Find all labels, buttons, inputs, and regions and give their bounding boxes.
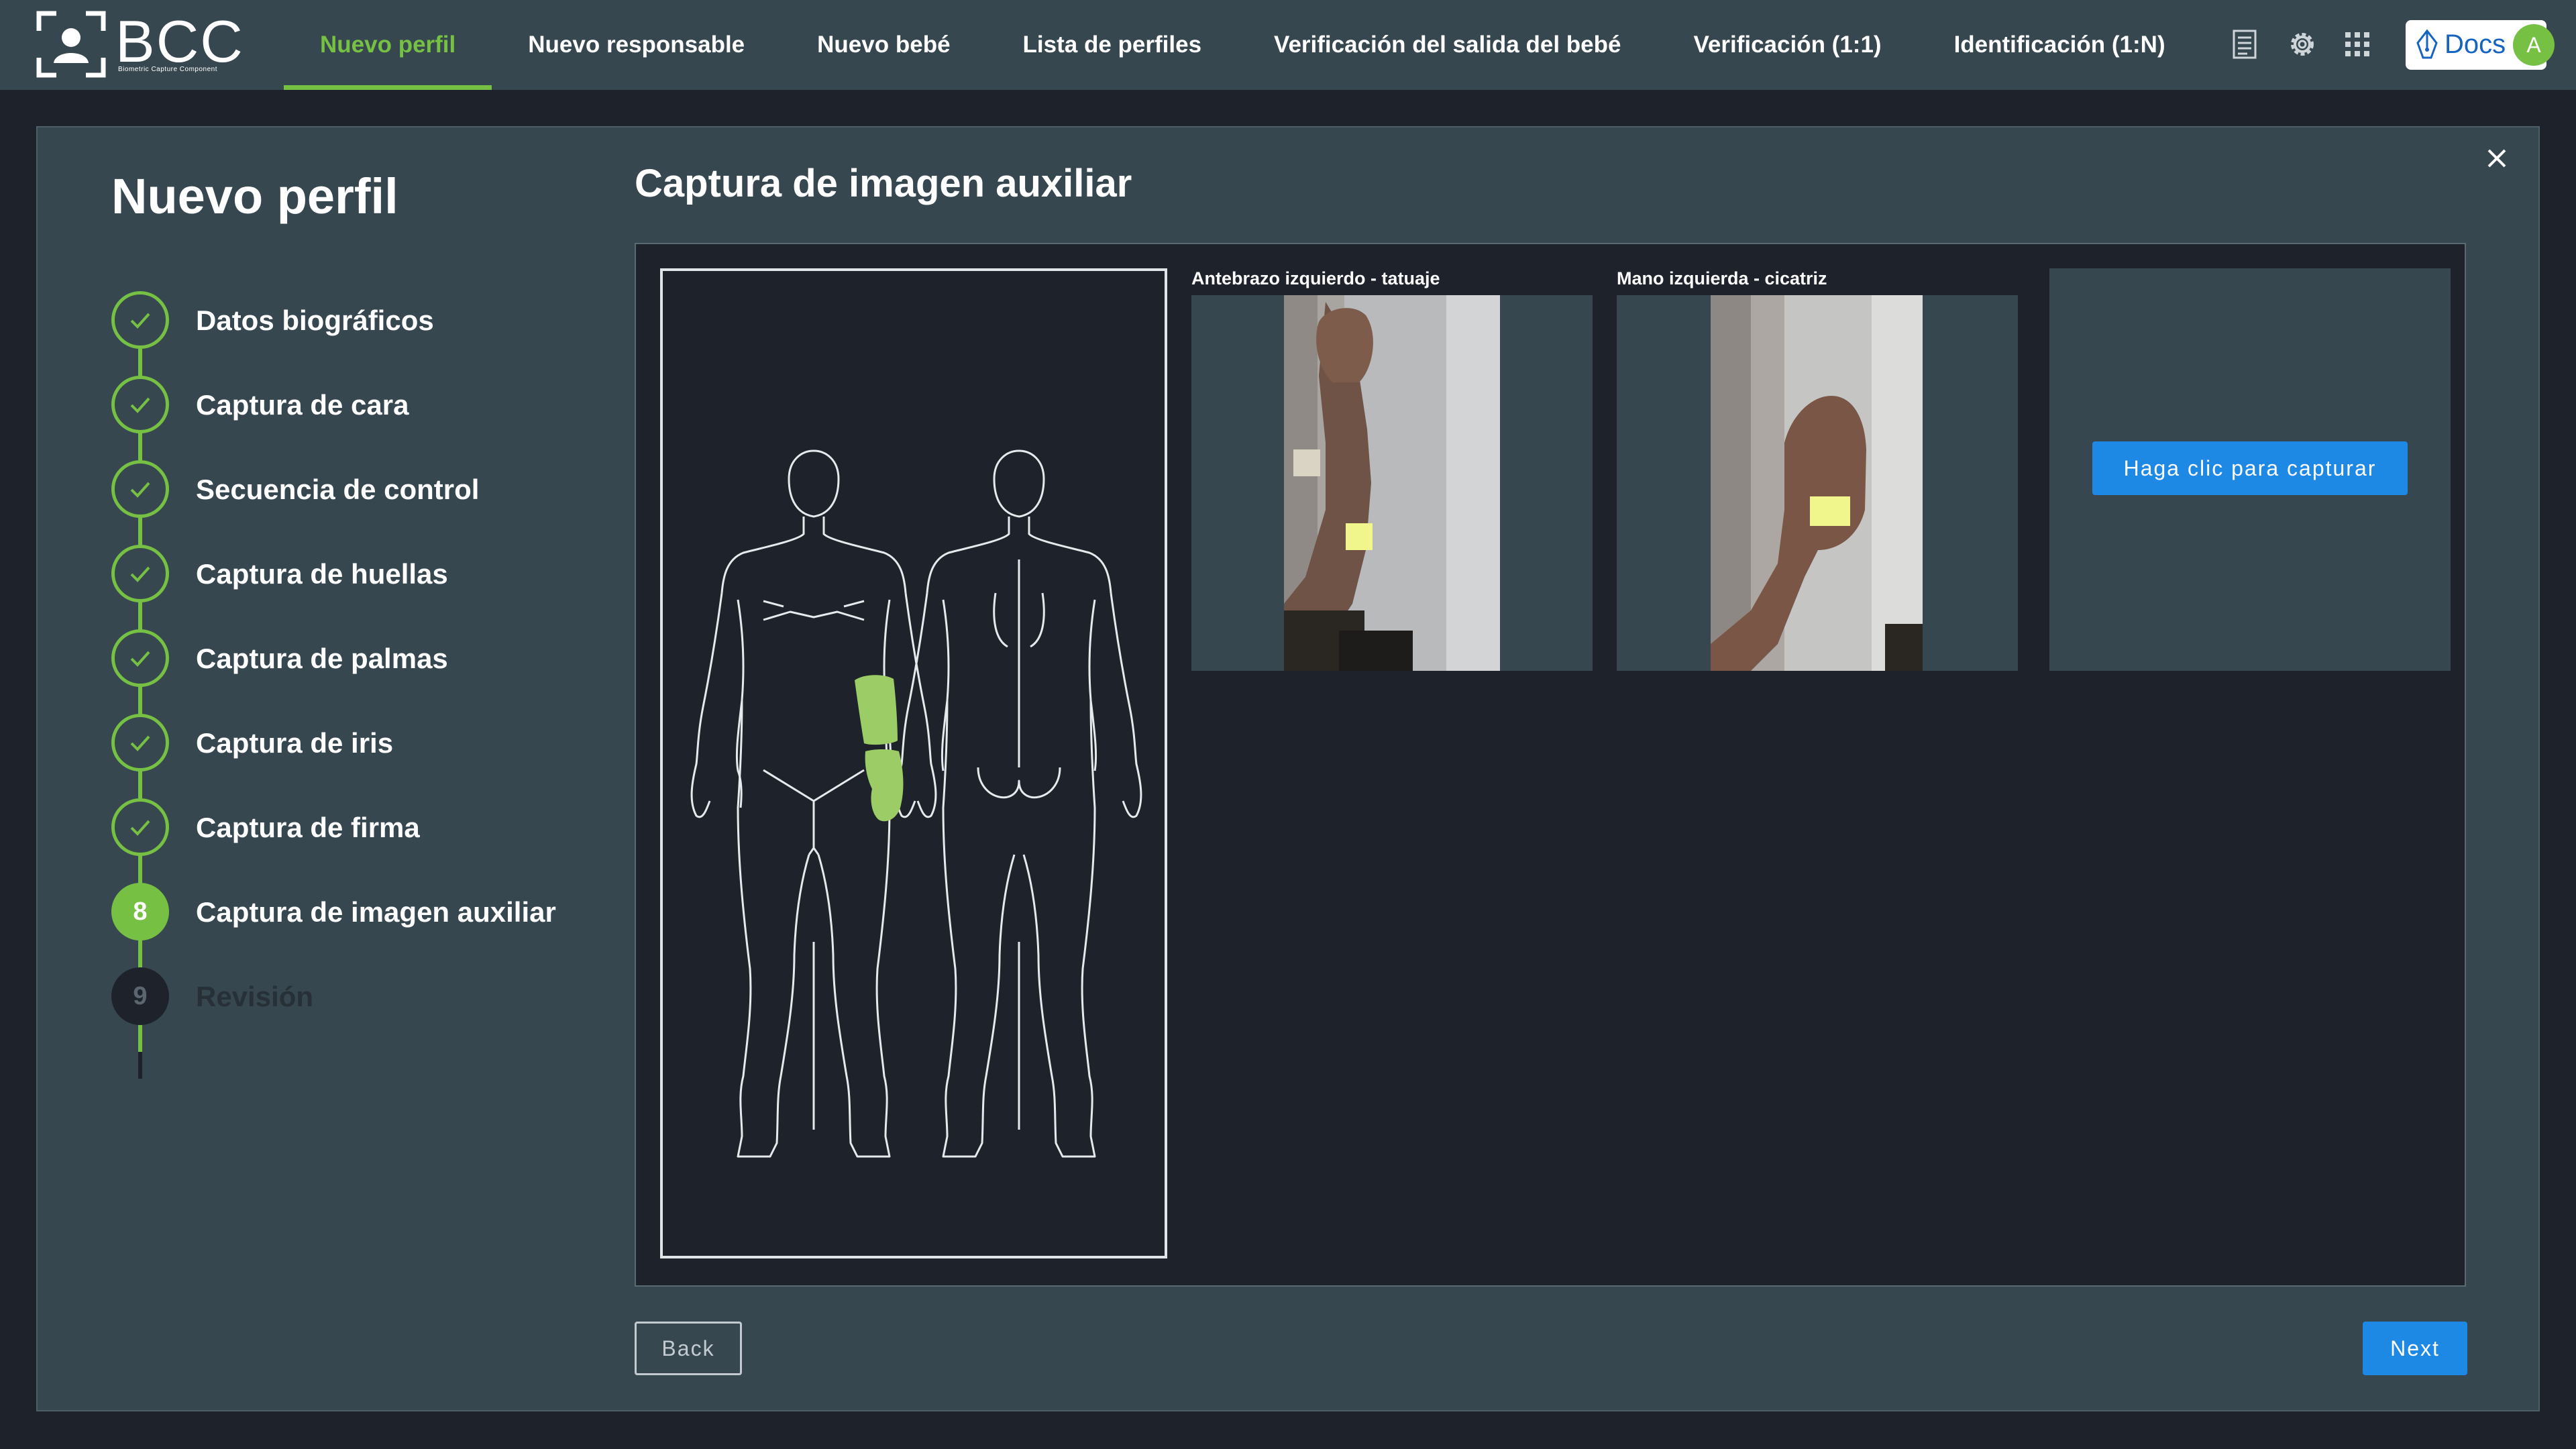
check-icon [111, 798, 169, 856]
nav-lista-de-perfiles[interactable]: Lista de perfiles [987, 0, 1238, 90]
captured-image-hand-scar [1617, 295, 2018, 671]
close-icon[interactable] [2482, 144, 2512, 173]
step-label: Captura de iris [196, 727, 394, 759]
empty-capture-slot: Haga clic para capturar [2049, 268, 2451, 671]
check-icon [111, 629, 169, 687]
check-icon [111, 291, 169, 349]
user-avatar[interactable]: A [2513, 24, 2555, 66]
stepper-connector-pending [138, 1052, 142, 1079]
profile-wizard-card: Nuevo perfil Datos biográficos Captura d… [36, 126, 2540, 1411]
nav-verificacion-1-1[interactable]: Verificación (1:1) [1657, 0, 1917, 90]
docs-label: Docs [2445, 30, 2506, 59]
step-secuencia-de-control[interactable]: Secuencia de control [111, 460, 594, 522]
step-captura-de-imagen-auxiliar[interactable]: 8 Captura de imagen auxiliar [111, 883, 594, 945]
page-title: Nuevo perfil [111, 168, 398, 224]
step-label: Captura de firma [196, 812, 420, 843]
thumbnail-label: Antebrazo izquierdo - tatuaje [1191, 268, 1440, 288]
step-number: 9 [111, 967, 169, 1025]
captured-image-forearm-tattoo [1191, 295, 1593, 671]
highlighted-left-hand[interactable] [865, 749, 904, 822]
auxiliary-capture-panel: Antebrazo izquierdo - tatuaje Mano izqui… [635, 243, 2466, 1287]
check-icon [111, 460, 169, 518]
step-label: Captura de imagen auxiliar [196, 896, 556, 928]
step-datos-biograficos[interactable]: Datos biográficos [111, 291, 594, 353]
body-outline-diagram[interactable] [663, 271, 1165, 1256]
body-map [660, 268, 1167, 1258]
step-label: Captura de palmas [196, 643, 448, 674]
capture-thumbnail-forearm[interactable]: Antebrazo izquierdo - tatuaje [1191, 268, 1593, 671]
next-button[interactable]: Next [2363, 1322, 2467, 1375]
stepper-connector [138, 349, 142, 1052]
nav-nuevo-responsable[interactable]: Nuevo responsable [492, 0, 781, 90]
step-label: Revisión [196, 981, 314, 1012]
step-label: Secuencia de control [196, 474, 480, 505]
nav-verificacion-salida-bebe[interactable]: Verificación del salida del bebé [1238, 0, 1657, 90]
nav-identificacion-1-n[interactable]: Identificación (1:N) [1918, 0, 2202, 90]
check-icon [111, 545, 169, 602]
nav-nuevo-bebe[interactable]: Nuevo bebé [781, 0, 986, 90]
highlighted-left-forearm[interactable] [855, 675, 898, 745]
back-button[interactable]: Back [635, 1322, 742, 1375]
bcc-logo[interactable]: BCC Biometric Capture Component [36, 11, 244, 78]
check-icon [111, 376, 169, 433]
step-number: 8 [111, 883, 169, 941]
brand-subtitle: Biometric Capture Component [118, 66, 218, 73]
nav-nuevo-perfil[interactable]: Nuevo perfil [284, 0, 492, 90]
main-nav: Nuevo perfil Nuevo responsable Nuevo beb… [284, 0, 2202, 90]
step-label: Captura de cara [196, 389, 409, 421]
step-revision: 9 Revisión [111, 967, 594, 1029]
section-title: Captura de imagen auxiliar [635, 162, 1132, 205]
document-icon[interactable] [2226, 25, 2263, 63]
capture-thumbnail-hand[interactable]: Mano izquierda - cicatriz [1617, 268, 2018, 671]
step-captura-de-cara[interactable]: Captura de cara [111, 376, 594, 437]
step-captura-de-iris[interactable]: Captura de iris [111, 714, 594, 775]
user-frame-icon [36, 11, 106, 78]
capture-button[interactable]: Haga clic para capturar [2092, 441, 2408, 495]
step-label: Datos biográficos [196, 305, 434, 336]
step-label: Captura de huellas [196, 558, 448, 590]
step-captura-de-huellas[interactable]: Captura de huellas [111, 545, 594, 606]
thumbnail-label: Mano izquierda - cicatriz [1617, 268, 1827, 288]
check-icon [111, 714, 169, 771]
pen-nib-icon [2416, 29, 2438, 59]
gear-icon[interactable] [2284, 25, 2321, 63]
step-captura-de-palmas[interactable]: Captura de palmas [111, 629, 594, 691]
step-captura-de-firma[interactable]: Captura de firma [111, 798, 594, 860]
top-navigation-bar: BCC Biometric Capture Component Nuevo pe… [0, 0, 2576, 90]
apps-grid-icon[interactable] [2339, 25, 2376, 63]
brand-name: BCC [115, 8, 244, 74]
